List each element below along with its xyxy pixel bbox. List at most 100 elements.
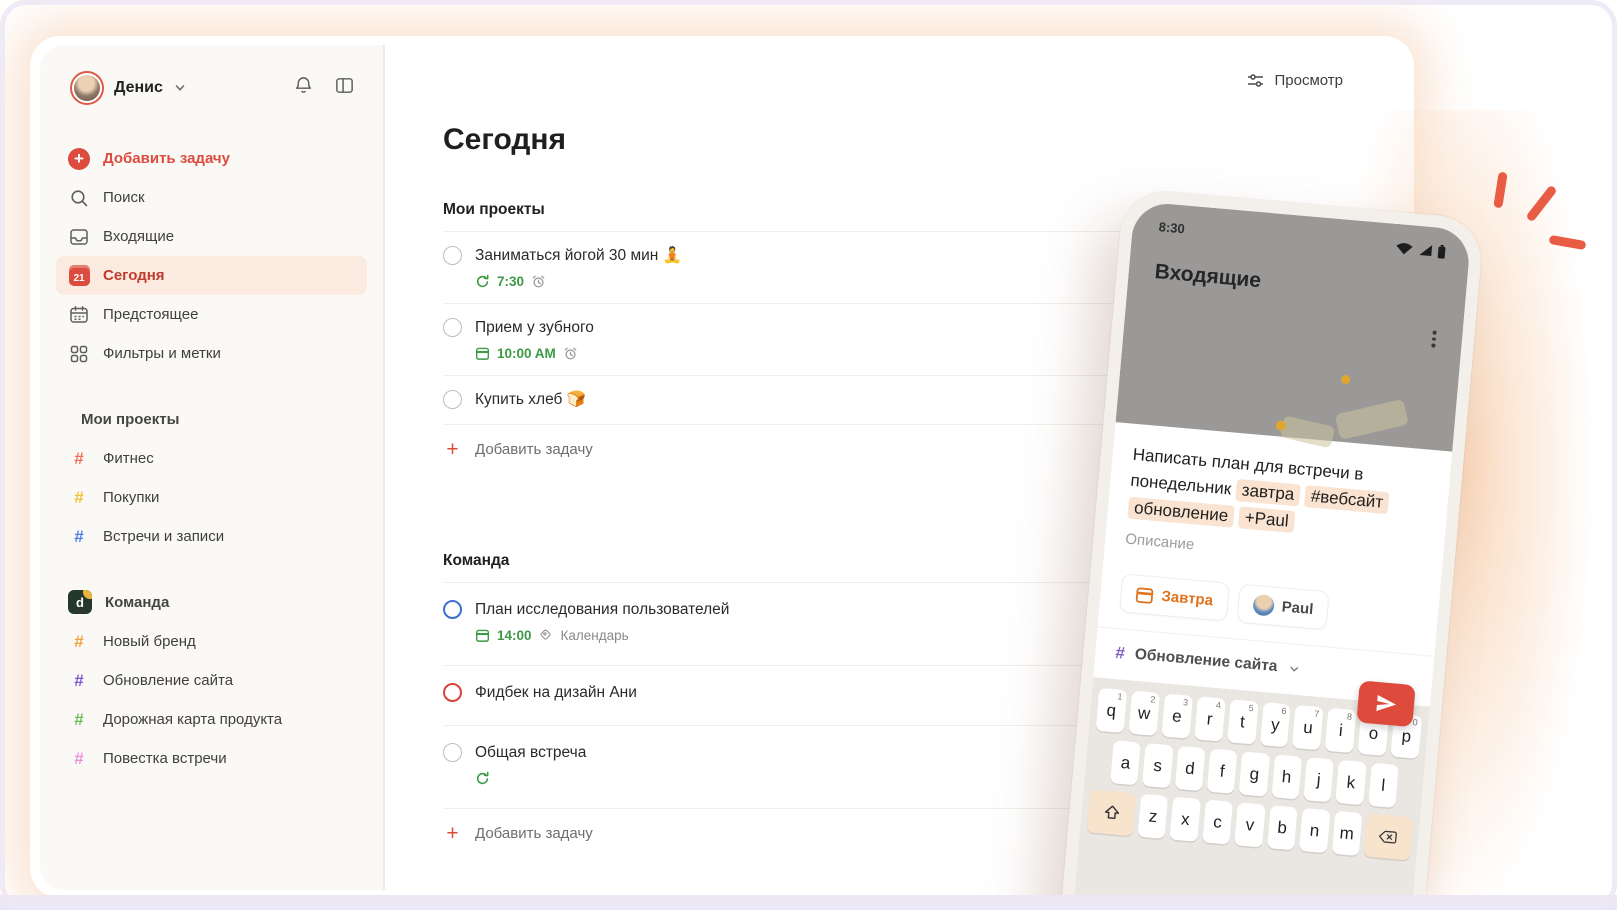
sidebar-add-task-button[interactable]: +Добавить задачу (56, 139, 367, 178)
key-u[interactable]: u7 (1292, 705, 1324, 750)
key-j[interactable]: j (1303, 757, 1334, 802)
project-hash-icon: # (68, 488, 90, 508)
project-hash-icon: # (68, 671, 90, 691)
sidebar-item-8[interactable]: #Фитнес (56, 439, 367, 478)
backspace-key[interactable] (1364, 814, 1414, 861)
search-icon (68, 187, 90, 209)
key-z[interactable]: z (1138, 794, 1169, 839)
sidebar-item-16[interactable]: #Повестка встречи (56, 739, 367, 778)
sidebar-item-label: Предстоящее (103, 306, 198, 323)
sidebar-project-group-12[interactable]: dКоманда (56, 582, 367, 622)
status-time: 8:30 (1158, 219, 1185, 236)
due-date-chip[interactable]: Завтра (1119, 573, 1230, 621)
sidebar-item-9[interactable]: #Покупки (56, 478, 367, 517)
key-sup-digit: 2 (1150, 695, 1156, 704)
key-l[interactable]: l (1368, 763, 1399, 808)
task-title: Общая встреча (475, 742, 586, 763)
upcoming-icon (68, 304, 90, 326)
key-f[interactable]: f (1207, 749, 1238, 794)
key-v[interactable]: v (1234, 802, 1265, 847)
sidebar-project-group-7[interactable]: Мои проекты (56, 399, 367, 439)
key-h[interactable]: h (1271, 754, 1302, 799)
sidebar-item-1[interactable]: Поиск (56, 178, 367, 217)
key-k[interactable]: k (1336, 760, 1367, 805)
task-title: План исследования пользователей (475, 599, 729, 620)
send-button[interactable] (1356, 680, 1415, 727)
due-date-chip-label: Завтра (1161, 588, 1214, 609)
key-c[interactable]: c (1202, 799, 1233, 844)
task-title: Прием у зубного (475, 317, 594, 338)
sidebar-item-3[interactable]: 21Сегодня (56, 256, 367, 295)
key-e[interactable]: e3 (1161, 694, 1193, 739)
plus-circle-icon: + (68, 148, 90, 170)
sidebar-item-label: Поиск (103, 189, 145, 206)
wifi-icon (1394, 240, 1414, 256)
sidebar-item-4[interactable]: Предстоящее (56, 295, 367, 334)
calendar-icon (475, 346, 490, 361)
key-q[interactable]: q1 (1096, 688, 1128, 733)
sidebar-item-5[interactable]: Фильтры и метки (56, 334, 367, 373)
task-checkbox[interactable] (443, 743, 462, 762)
task-title: Заниматься йогой 30 мин 🧘 (475, 245, 682, 266)
add-task-label: Добавить задачу (475, 825, 593, 842)
inbox-illustration-shape (1335, 399, 1409, 440)
key-r[interactable]: r4 (1194, 696, 1226, 741)
view-options-label: Просмотр (1274, 72, 1343, 89)
caret-down-icon (1289, 664, 1299, 674)
task-checkbox[interactable] (443, 683, 462, 702)
task-title: Фидбек на дизайн Ани (475, 682, 637, 703)
view-options-button[interactable]: Просмотр (1246, 71, 1343, 90)
reminder-alarm-icon (531, 274, 546, 289)
task-checkbox[interactable] (443, 318, 462, 337)
assignee-chip[interactable]: Paul (1236, 584, 1330, 631)
key-g[interactable]: g (1239, 752, 1270, 797)
sidebar-item-13[interactable]: #Новый бренд (56, 622, 367, 661)
task-checkbox[interactable] (443, 600, 462, 619)
key-b[interactable]: b (1267, 805, 1298, 850)
phone-mockup: 8:30 Входящие Написать план для встречи … (1054, 188, 1484, 910)
kebab-menu-icon[interactable] (1431, 327, 1437, 350)
toggle-sidebar-icon[interactable] (334, 75, 355, 96)
smart-token: +Paul (1238, 506, 1296, 533)
task-checkbox[interactable] (443, 390, 462, 409)
notifications-bell-icon[interactable] (293, 75, 314, 96)
project-selector-label: Обновление сайта (1134, 646, 1278, 676)
key-y[interactable]: y6 (1260, 702, 1292, 747)
team-workspace-icon: d (68, 590, 92, 614)
plus-icon: + (443, 824, 462, 843)
sidebar-item-label: Новый бренд (103, 633, 196, 650)
chevron-down-icon (175, 83, 185, 93)
account-menu[interactable]: Денис (70, 71, 185, 105)
quick-add-sheet: Написать план для встречи в понедельник … (1093, 422, 1452, 707)
key-t[interactable]: t5 (1227, 699, 1259, 744)
key-a[interactable]: a (1110, 740, 1141, 785)
sidebar-item-14[interactable]: # Обновление сайта (56, 661, 367, 700)
sidebar: Денис +Добавить задачу Поиск Входящие21Сег… (40, 45, 385, 890)
plus-icon: + (443, 440, 462, 459)
project-hash-icon: # (68, 749, 90, 769)
task-checkbox[interactable] (443, 246, 462, 265)
key-d[interactable]: d (1174, 746, 1205, 791)
sidebar-item-2[interactable]: Входящие (56, 217, 367, 256)
key-s[interactable]: s (1142, 743, 1173, 788)
reminder-alarm-icon (563, 346, 578, 361)
key-w[interactable]: w2 (1128, 691, 1160, 736)
sidebar-item-label: Обновление сайта (103, 672, 233, 689)
key-x[interactable]: x (1170, 797, 1201, 842)
sidebar-nav: +Добавить задачу Поиск Входящие21Сегодня Пр… (56, 139, 367, 778)
shift-key[interactable] (1087, 789, 1137, 836)
calendar-icon (475, 628, 490, 643)
page-title: Сегодня (443, 123, 566, 157)
chips-row: Завтра Paul (1119, 573, 1419, 638)
sidebar-item-15[interactable]: #Дорожная карта продукта (56, 700, 367, 739)
recurring-icon (475, 274, 490, 289)
sidebar-item-10[interactable]: #Встречи и записи (56, 517, 367, 556)
assignee-avatar (1252, 594, 1275, 617)
key-sup-digit: 0 (1412, 718, 1418, 727)
sidebar-item-label: Фитнес (103, 450, 154, 467)
task-input[interactable]: Написать план для встречи в понедельник … (1127, 442, 1431, 547)
key-n[interactable]: n (1299, 808, 1330, 853)
key-m[interactable]: m (1331, 811, 1362, 856)
assignee-chip-label: Paul (1281, 598, 1314, 618)
key-i[interactable]: i8 (1325, 708, 1357, 753)
